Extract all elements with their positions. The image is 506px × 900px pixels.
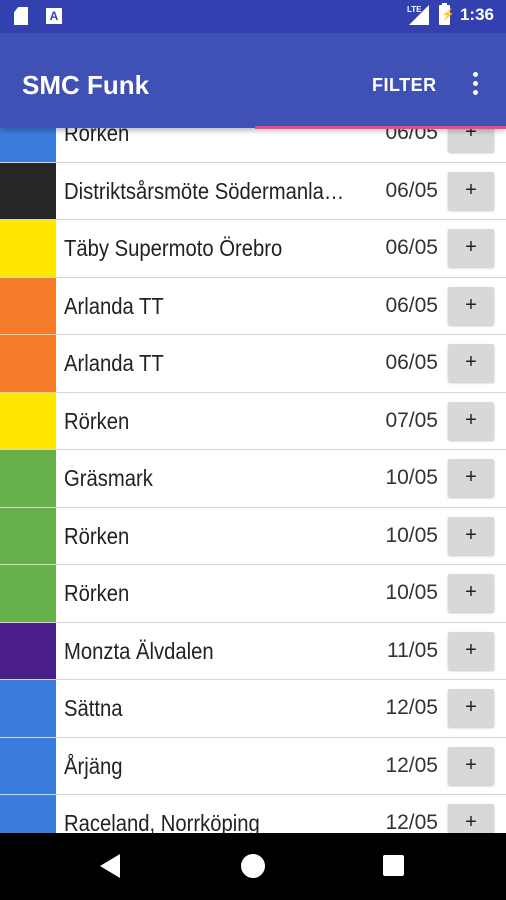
add-event-button[interactable]: + <box>448 516 494 555</box>
add-event-button[interactable]: + <box>448 574 494 612</box>
event-color-swatch <box>0 335 56 392</box>
more-vert-icon[interactable] <box>466 72 484 98</box>
event-date: 06/05 <box>385 293 438 317</box>
filter-button[interactable]: FILTER <box>372 75 437 96</box>
event-name: Täby Supermoto Örebro <box>64 235 283 261</box>
event-date: 10/05 <box>385 581 438 604</box>
event-name: Rörken <box>64 407 130 434</box>
event-name: Rörken <box>64 580 130 606</box>
event-row[interactable]: Sättna 12/05 + <box>0 680 506 738</box>
event-row[interactable]: Rörken 10/05 + <box>0 507 506 565</box>
app-bar: SMC Funk FILTER <box>0 33 506 129</box>
event-list[interactable]: Rörken 06/05 + Distriktsårsmöte Södermanla…… <box>0 105 506 853</box>
event-date: 07/05 <box>385 408 438 432</box>
event-name: Monzta Älvdalen <box>64 637 214 664</box>
event-name: Arlanda TT <box>64 292 164 319</box>
event-name: Gräsmark <box>64 465 153 491</box>
recent-apps-icon[interactable] <box>383 855 404 876</box>
event-row[interactable]: Årjäng 12/05 + <box>0 737 506 795</box>
add-event-button[interactable]: + <box>448 459 494 497</box>
event-date: 06/05 <box>385 178 438 202</box>
event-name: Arlanda TT <box>64 350 164 376</box>
event-row[interactable]: Rörken 07/05 + <box>0 392 506 450</box>
add-event-button[interactable]: + <box>448 689 494 727</box>
add-event-button[interactable]: + <box>448 344 494 382</box>
event-color-swatch <box>0 220 56 277</box>
battery-charging-icon: ⚡ <box>438 3 455 25</box>
status-time: 1:36 <box>459 5 494 24</box>
event-date: 10/05 <box>385 523 438 547</box>
app-notification-icon: A <box>46 8 62 24</box>
event-color-swatch <box>0 507 56 564</box>
event-row[interactable]: Arlanda TT 06/05 + <box>0 335 506 393</box>
navigation-bar <box>0 833 506 900</box>
event-date: 06/05 <box>385 236 438 259</box>
event-color-swatch <box>0 680 56 737</box>
event-row[interactable]: Monzta Älvdalen 11/05 + <box>0 622 506 680</box>
event-color-swatch <box>0 737 56 794</box>
event-name: Sättna <box>64 695 123 721</box>
event-row[interactable]: Distriktsårsmöte Södermanla… 06/05 + <box>0 162 506 220</box>
add-event-button[interactable]: + <box>448 401 494 440</box>
add-event-button[interactable]: + <box>448 229 494 267</box>
event-color-swatch <box>0 622 56 679</box>
event-color-swatch <box>0 392 56 449</box>
event-date: 12/05 <box>385 753 438 777</box>
back-icon[interactable] <box>100 854 120 878</box>
event-row[interactable]: Gräsmark 10/05 + <box>0 450 506 508</box>
lte-signal-icon: LTE <box>407 5 429 25</box>
event-row[interactable]: Arlanda TT 06/05 + <box>0 277 506 335</box>
event-date: 06/05 <box>385 351 438 374</box>
event-name: Årjäng <box>64 752 123 779</box>
add-event-button[interactable]: + <box>448 631 494 670</box>
tab-indicator <box>255 126 506 129</box>
add-event-button[interactable]: + <box>448 171 494 210</box>
event-color-swatch <box>0 277 56 334</box>
add-event-button[interactable]: + <box>448 746 494 785</box>
event-name: Rörken <box>64 522 130 549</box>
event-color-swatch <box>0 565 56 622</box>
home-icon[interactable] <box>241 854 265 878</box>
event-color-swatch <box>0 450 56 507</box>
event-color-swatch <box>0 162 56 219</box>
app-title: SMC Funk <box>22 70 150 100</box>
status-bar: A LTE ⚡ 1:36 <box>0 0 506 33</box>
event-row[interactable]: Rörken 10/05 + <box>0 565 506 623</box>
event-date: 11/05 <box>387 638 438 662</box>
event-row[interactable]: Täby Supermoto Örebro 06/05 + <box>0 220 506 278</box>
event-date: 10/05 <box>385 466 438 489</box>
add-event-button[interactable]: + <box>448 286 494 325</box>
event-date: 12/05 <box>385 696 438 719</box>
sd-card-icon <box>14 7 28 25</box>
event-name: Distriktsårsmöte Södermanla… <box>64 177 345 204</box>
